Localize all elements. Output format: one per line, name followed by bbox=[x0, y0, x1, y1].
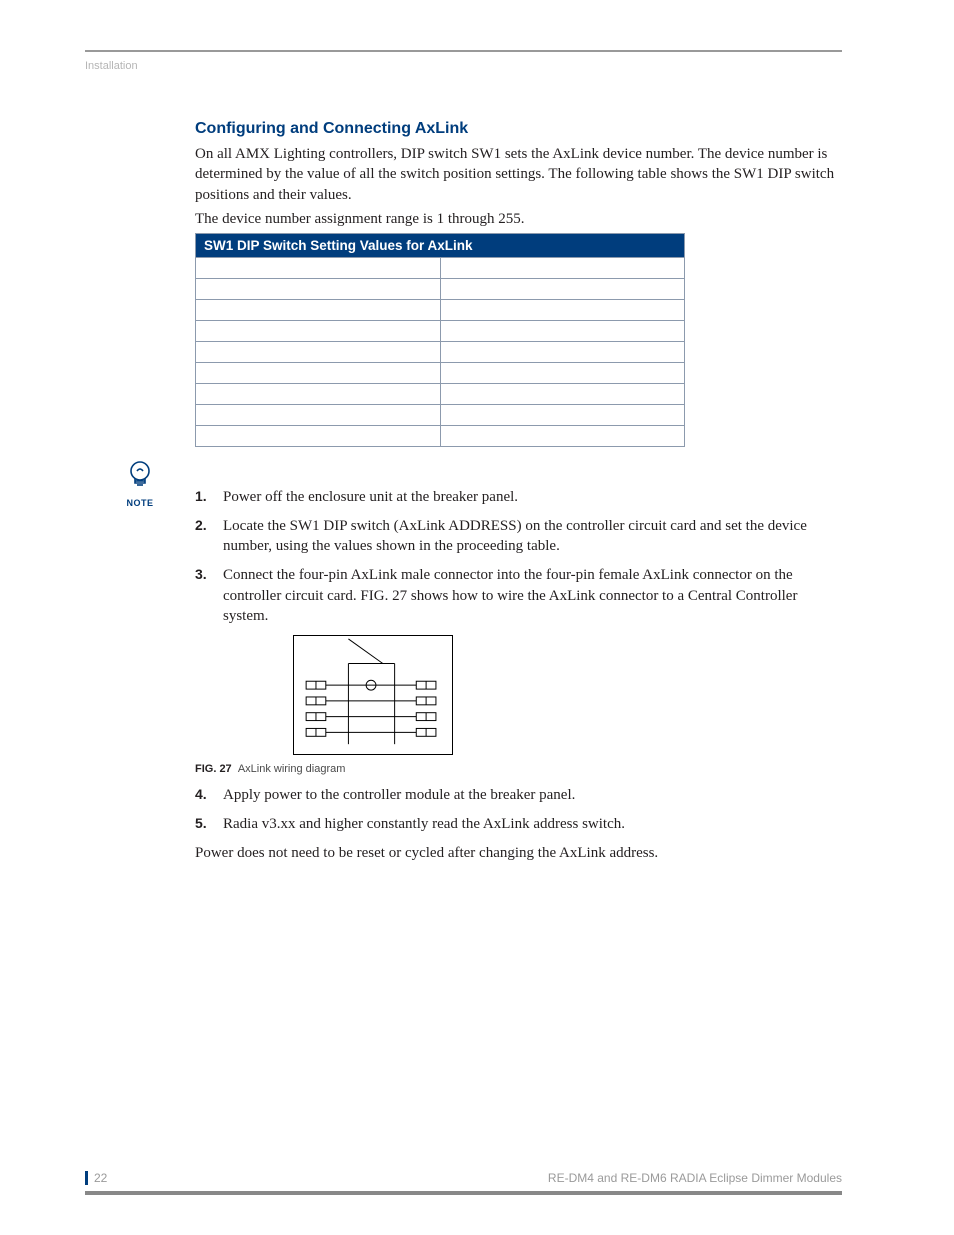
list-item: 4. Apply power to the controller module a… bbox=[195, 785, 835, 806]
list-item: 1. Power off the enclosure unit at the br… bbox=[195, 487, 835, 508]
table-row bbox=[196, 321, 685, 342]
note-label: NOTE bbox=[120, 498, 160, 508]
step-number: 3. bbox=[195, 565, 207, 584]
figure-caption: FIG. 27 AxLink wiring diagram bbox=[195, 763, 835, 775]
table-row bbox=[196, 342, 685, 363]
step-number: 4. bbox=[195, 785, 207, 804]
intro-paragraph-2: The device number assignment range is 1 … bbox=[195, 209, 835, 229]
table-title: SW1 DIP Switch Setting Values for AxLink bbox=[196, 234, 685, 258]
footer-doc-title: RE-DM4 and RE-DM6 RADIA Eclipse Dimmer M… bbox=[548, 1171, 842, 1185]
step-text: Connect the four-pin AxLink male connect… bbox=[223, 567, 797, 624]
figure-label: FIG. 27 bbox=[195, 763, 232, 775]
dip-switch-table: SW1 DIP Switch Setting Values for AxLink bbox=[195, 233, 685, 447]
list-item: 5. Radia v3.xx and higher constantly read… bbox=[195, 814, 835, 835]
table-row bbox=[196, 279, 685, 300]
instruction-steps: 1. Power off the enclosure unit at the br… bbox=[195, 487, 835, 755]
page-frame: Installation Configuring and Connecting … bbox=[85, 50, 842, 1185]
step-number: 1. bbox=[195, 487, 207, 506]
wiring-diagram-figure bbox=[293, 635, 453, 755]
table-row bbox=[196, 300, 685, 321]
step-text: Radia v3.xx and higher constantly read t… bbox=[223, 816, 625, 832]
section-heading: Configuring and Connecting AxLink bbox=[195, 120, 835, 138]
note-bulb-icon bbox=[123, 457, 157, 491]
closing-paragraph: Power does not need to be reset or cycle… bbox=[195, 843, 835, 863]
page-footer: 22 RE-DM4 and RE-DM6 RADIA Eclipse Dimme… bbox=[85, 1171, 842, 1195]
note-callout: NOTE bbox=[120, 457, 160, 508]
intro-paragraph-1: On all AMX Lighting controllers, DIP swi… bbox=[195, 144, 835, 205]
section-label: Installation bbox=[85, 60, 842, 72]
step-text: Locate the SW1 DIP switch (AxLink ADDRES… bbox=[223, 518, 807, 555]
table-row bbox=[196, 363, 685, 384]
table-row bbox=[196, 426, 685, 447]
table-row bbox=[196, 258, 685, 279]
page-number: 22 bbox=[85, 1171, 107, 1185]
step-number: 2. bbox=[195, 516, 207, 535]
wiring-diagram-svg bbox=[294, 636, 452, 754]
figure-caption-text: AxLink wiring diagram bbox=[238, 763, 346, 775]
table-row bbox=[196, 384, 685, 405]
list-item: 2. Locate the SW1 DIP switch (AxLink ADDR… bbox=[195, 516, 835, 557]
step-text: Power off the enclosure unit at the brea… bbox=[223, 489, 518, 505]
table-row bbox=[196, 405, 685, 426]
list-item: 3. Connect the four-pin AxLink male conne… bbox=[195, 565, 835, 755]
main-content: Configuring and Connecting AxLink On all… bbox=[195, 120, 835, 863]
step-number: 5. bbox=[195, 814, 207, 833]
instruction-steps-cont: 4. Apply power to the controller module a… bbox=[195, 785, 835, 834]
step-text: Apply power to the controller module at … bbox=[223, 787, 575, 803]
